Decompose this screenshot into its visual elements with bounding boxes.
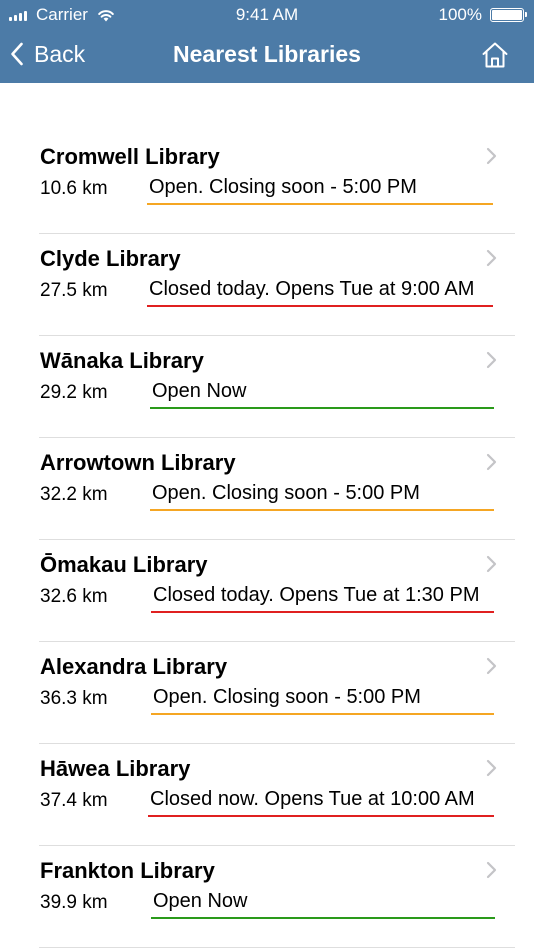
library-name: Frankton Library [40,858,215,883]
chevron-right-icon [486,555,497,573]
library-distance: 39.9 km [40,892,108,913]
library-row[interactable]: Ōmakau Library 32.6 km Closed today. Opens… [39,540,515,642]
library-name: Clyde Library [40,246,181,271]
battery-percent: 100% [438,5,482,24]
library-row[interactable]: Clyde Library 27.5 km Closed today. Opens … [39,234,515,336]
chevron-right-icon [486,351,497,369]
library-distance: 10.6 km [40,178,108,199]
library-row[interactable]: Frankton Library 39.9 km Open Now [39,846,515,948]
library-row[interactable]: Arrowtown Library 32.2 km Open. Closing so… [39,438,515,540]
library-status: Open. Closing soon - 5:00 PM [150,482,494,511]
library-name: Cromwell Library [40,144,220,169]
library-name: Hāwea Library [40,756,191,781]
library-name: Arrowtown Library [40,450,236,475]
library-row[interactable]: Hāwea Library 37.4 km Closed now. Opens Tu… [39,744,515,846]
library-name: Wānaka Library [40,348,204,373]
library-status: Closed today. Opens Tue at 9:00 AM [147,278,493,307]
page-title: Nearest Libraries [173,41,361,67]
chevron-right-icon [486,861,497,879]
status-bar: Carrier 9:41 AM 100% [0,0,534,30]
library-status: Open Now [150,380,494,409]
library-distance: 32.2 km [40,484,108,505]
chevron-right-icon [486,759,497,777]
chevron-right-icon [486,147,497,165]
library-row[interactable]: Cromwell Library 10.6 km Open. Closing soo… [39,132,515,234]
library-name: Ōmakau Library [40,552,208,577]
library-row[interactable]: Wānaka Library 29.2 km Open Now [39,336,515,438]
library-status: Open. Closing soon - 5:00 PM [151,686,494,715]
library-list: Cromwell Library 10.6 km Open. Closing soo… [39,132,515,948]
home-icon[interactable] [480,40,510,70]
library-row[interactable]: Alexandra Library 36.3 km Open. Closing so… [39,642,515,744]
chevron-right-icon [486,249,497,267]
library-status: Closed now. Opens Tue at 10:00 AM [148,788,494,817]
library-distance: 36.3 km [40,688,108,709]
library-status: Closed today. Opens Tue at 1:30 PM [151,584,494,613]
chevron-right-icon [486,453,497,471]
library-status: Open. Closing soon - 5:00 PM [147,176,493,205]
library-distance: 37.4 km [40,790,108,811]
library-distance: 29.2 km [40,382,108,403]
chevron-right-icon [486,657,497,675]
header-bar: Carrier 9:41 AM 100% Back Nearest Librar… [0,0,534,83]
library-distance: 32.6 km [40,586,108,607]
library-distance: 27.5 km [40,280,108,301]
library-status: Open Now [151,890,495,919]
navigation-bar: Back Nearest Libraries [0,30,534,83]
library-name: Alexandra Library [40,654,228,679]
battery-icon [490,8,527,22]
